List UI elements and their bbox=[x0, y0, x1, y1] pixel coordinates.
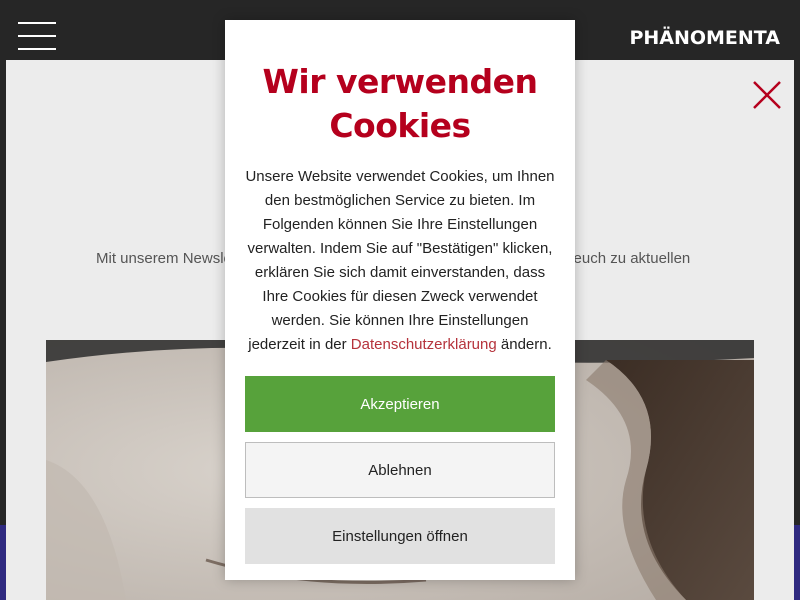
decline-button[interactable]: Ablehnen bbox=[245, 442, 555, 498]
modal-body-text: Unsere Website verwendet Cookies, um Ihn… bbox=[245, 168, 555, 353]
newsletter-text-left: Mit unserem Newsle bbox=[96, 250, 232, 267]
site-logo[interactable]: PHÄNOMENTA bbox=[629, 27, 780, 49]
cookie-consent-modal: Wir verwenden Cookies Unsere Website ver… bbox=[225, 20, 575, 580]
hamburger-icon[interactable] bbox=[18, 22, 56, 50]
open-settings-button[interactable]: Einstellungen öffnen bbox=[245, 508, 555, 564]
newsletter-text-right: n euch zu aktuellen bbox=[561, 250, 691, 267]
accept-button[interactable]: Akzeptieren bbox=[245, 376, 555, 432]
privacy-policy-link[interactable]: Datenschutzerklärung bbox=[351, 336, 497, 353]
modal-title: Wir verwenden Cookies bbox=[225, 60, 575, 148]
modal-body-suffix: ändern. bbox=[500, 336, 552, 353]
modal-title-text: Wir verwenden Cookies bbox=[262, 62, 539, 145]
close-icon[interactable] bbox=[750, 78, 784, 112]
left-accent-strip bbox=[0, 525, 6, 600]
modal-body: Unsere Website verwendet Cookies, um Ihn… bbox=[243, 165, 557, 357]
right-accent-strip bbox=[794, 525, 800, 600]
